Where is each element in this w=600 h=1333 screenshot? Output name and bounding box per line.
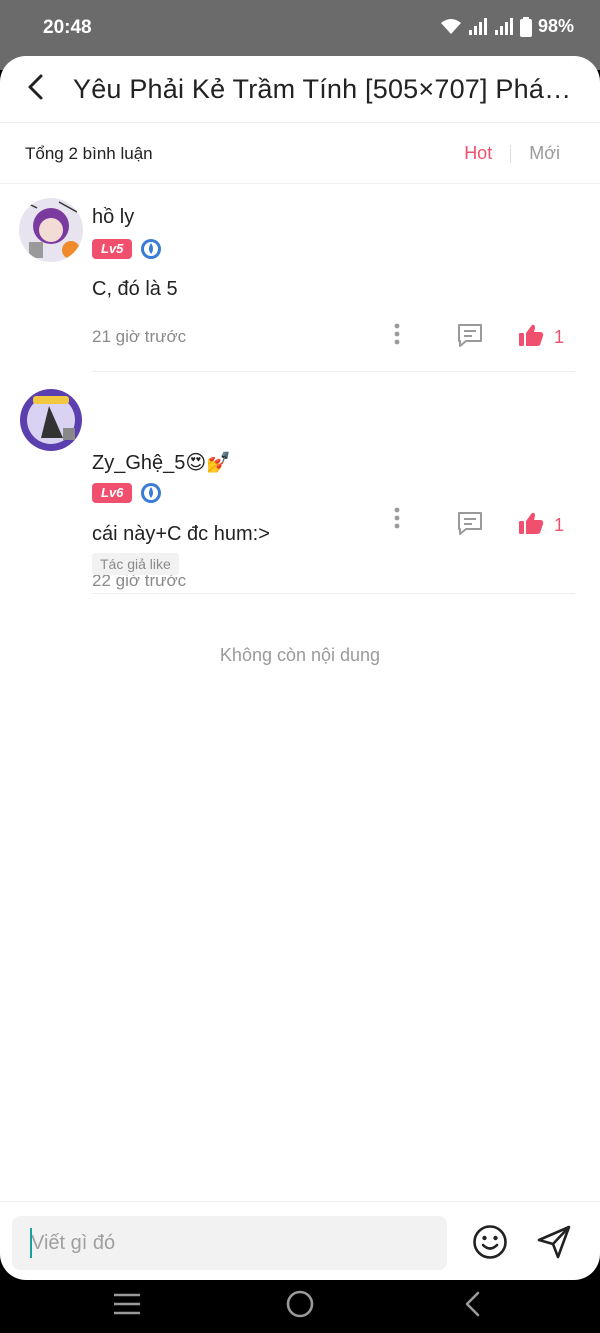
back-icon bbox=[26, 73, 44, 106]
page-title: Yêu Phải Kẻ Trầm Tính [505×707] Pháp Thu… bbox=[73, 74, 583, 104]
home-icon bbox=[286, 1290, 314, 1323]
recents-button[interactable] bbox=[107, 1288, 147, 1324]
comment-total: Tổng 2 bình luận bbox=[25, 144, 153, 163]
comment-item: Zy_Ghệ_5😍💅 Lv6 cái này+C đc hum:> 22 giờ… bbox=[0, 372, 600, 594]
back-button[interactable] bbox=[20, 72, 50, 106]
like-button[interactable]: 1 bbox=[518, 323, 564, 352]
input-placeholder: Viết gì đó bbox=[31, 1232, 116, 1254]
like-icon bbox=[518, 323, 544, 352]
emoji-icon bbox=[472, 1225, 508, 1264]
nav-back-icon bbox=[463, 1291, 481, 1322]
reply-icon bbox=[456, 324, 484, 352]
username[interactable]: hồ ly bbox=[92, 206, 134, 229]
send-icon bbox=[536, 1225, 572, 1264]
nav-back-button[interactable] bbox=[452, 1288, 492, 1324]
username[interactable]: Zy_Ghệ_5😍💅 bbox=[92, 450, 231, 475]
more-icon bbox=[394, 323, 400, 350]
more-button[interactable] bbox=[386, 507, 408, 533]
like-button[interactable]: 1 bbox=[518, 511, 564, 540]
sort-tabs: Hot Mới bbox=[464, 143, 560, 164]
reply-button[interactable] bbox=[456, 510, 484, 536]
reply-button[interactable] bbox=[456, 322, 484, 348]
divider bbox=[510, 144, 512, 163]
like-count: 1 bbox=[554, 515, 565, 535]
home-button[interactable] bbox=[280, 1288, 320, 1324]
battery-percent: 98% bbox=[537, 16, 574, 36]
level-badge: Lv6 bbox=[92, 483, 133, 503]
comment-time: 21 giờ trước bbox=[92, 327, 187, 346]
reply-icon bbox=[456, 512, 484, 540]
divider bbox=[92, 593, 575, 594]
avatar[interactable] bbox=[19, 198, 83, 262]
system-nav-bar bbox=[0, 1280, 600, 1333]
like-icon bbox=[518, 511, 544, 540]
comment-input-bar: Viết gì đó bbox=[0, 1201, 600, 1280]
battery-icon bbox=[519, 16, 532, 37]
comment-toolbar: Tổng 2 bình luận Hot Mới bbox=[0, 123, 600, 184]
verified-icon bbox=[140, 238, 162, 260]
comment-item: hồ ly Lv5 C, đó là 5 21 giờ trước 1 bbox=[0, 184, 600, 374]
more-button[interactable] bbox=[386, 323, 408, 349]
header: Yêu Phải Kẻ Trầm Tính [505×707] Pháp Thu… bbox=[0, 56, 600, 123]
comment-text: cái này+C đc hum:> bbox=[92, 523, 270, 545]
tab-hot[interactable]: Hot bbox=[464, 143, 492, 164]
no-more-content: Không còn nội dung bbox=[219, 645, 381, 665]
avatar[interactable] bbox=[19, 388, 83, 452]
status-time: 20:48 bbox=[43, 17, 92, 38]
comments-sheet: Yêu Phải Kẻ Trầm Tính [505×707] Pháp Thu… bbox=[0, 56, 600, 1280]
menu-icon bbox=[113, 1293, 141, 1320]
level-badge: Lv5 bbox=[92, 239, 133, 259]
signal-icon bbox=[468, 17, 488, 36]
tab-new[interactable]: Mới bbox=[529, 143, 560, 164]
comment-input[interactable]: Viết gì đó bbox=[12, 1216, 447, 1270]
emoji-button[interactable] bbox=[472, 1224, 508, 1260]
like-count: 1 bbox=[554, 327, 565, 347]
author-like-tag: Tác giả like bbox=[92, 553, 179, 575]
wifi-icon bbox=[440, 18, 462, 36]
comment-text: C, đó là 5 bbox=[92, 278, 178, 300]
signal-icon-2 bbox=[494, 17, 514, 36]
verified-icon bbox=[140, 482, 162, 504]
text-caret bbox=[30, 1228, 32, 1258]
status-icons: 98% bbox=[440, 16, 574, 37]
more-icon bbox=[394, 507, 400, 534]
send-button[interactable] bbox=[536, 1224, 572, 1260]
